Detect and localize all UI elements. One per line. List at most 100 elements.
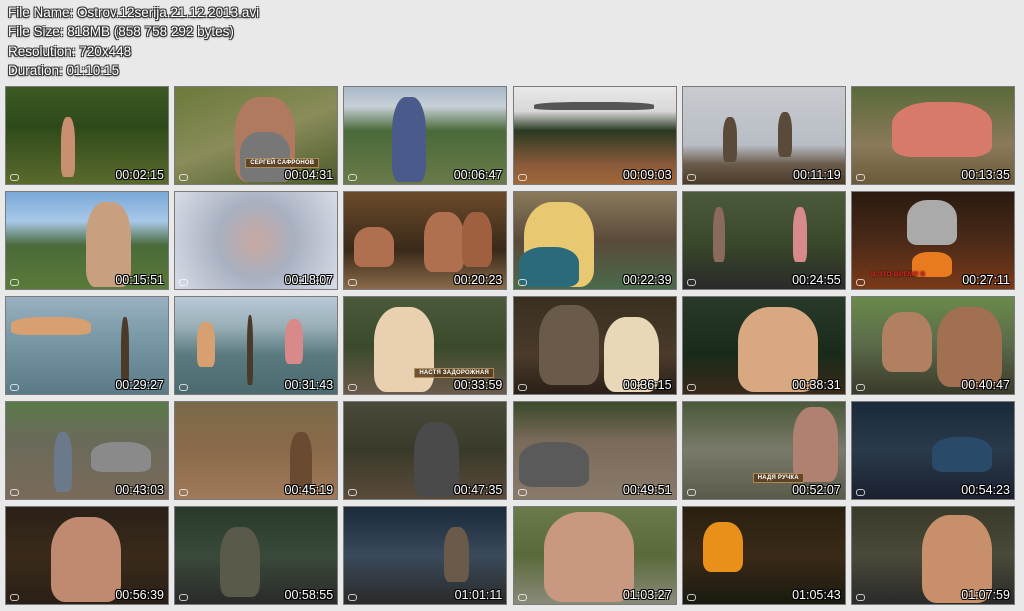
name-caption: СЕРГЕЙ САФРОНОВ <box>245 158 320 168</box>
video-thumbnail: 00:36:15 <box>512 296 677 395</box>
thumbnail-timestamp: 01:01:11 <box>454 588 503 602</box>
channel-logo-icon <box>10 384 19 391</box>
name-caption: НАСТЯ ЗАДОРОЖНАЯ <box>414 368 495 378</box>
channel-logo-icon <box>855 174 865 181</box>
video-thumbnail: 00:54:23 <box>850 401 1015 500</box>
thumbnail-timestamp: 00:43:03 <box>115 483 164 497</box>
thumbnail-timestamp: 00:18:07 <box>284 273 334 287</box>
file-size-text: File Size: 818MB (858 758 292 bytes) <box>8 24 234 40</box>
duration-text: Duration: 01:10:15 <box>8 62 120 78</box>
video-thumbnail: В ЭТО ВРЕМЯ В 00:27:11 <box>850 191 1015 290</box>
channel-logo-icon <box>855 594 865 601</box>
scene-figure <box>247 315 254 385</box>
scene-figure <box>936 307 1002 387</box>
thumbnail-timestamp: 00:38:31 <box>792 378 841 392</box>
thumbnail-timestamp: 00:56:39 <box>115 588 164 602</box>
thumbnail-timestamp: 00:04:31 <box>284 168 334 182</box>
scene-figure <box>538 305 599 385</box>
channel-logo-icon <box>10 174 19 181</box>
scene-figure <box>54 432 72 492</box>
video-thumbnail: 01:01:11 <box>343 506 508 605</box>
thumbnail-timestamp: 00:45:19 <box>284 483 334 497</box>
channel-logo-icon <box>517 384 527 391</box>
scene-figure <box>354 227 395 267</box>
scene-figure <box>51 517 121 602</box>
video-thumbnail: 00:29:27 <box>5 296 169 395</box>
scene-figure <box>931 437 992 472</box>
thumbnail-timestamp: 01:05:43 <box>792 588 841 602</box>
scene-figure <box>891 102 992 157</box>
thumbnail-timestamp: 00:24:55 <box>792 273 841 287</box>
thumbnail-timestamp: 00:40:47 <box>961 378 1010 392</box>
channel-logo-icon <box>517 279 527 286</box>
scene-figure <box>712 207 725 262</box>
scene-figure <box>91 442 151 472</box>
channel-logo-icon <box>686 279 696 286</box>
channel-logo-icon <box>179 174 189 181</box>
video-thumbnail: 00:31:43 <box>174 296 339 395</box>
scene-figure <box>881 312 932 372</box>
scene-figure <box>792 207 807 262</box>
scene-figure <box>392 97 427 182</box>
scene-figure <box>792 407 838 482</box>
scene-figure <box>722 117 737 162</box>
thumbnail-timestamp: 00:13:35 <box>961 168 1010 182</box>
scene-figure <box>61 117 75 177</box>
channel-logo-icon <box>855 279 865 286</box>
video-thumbnail: 00:24:55 <box>681 191 846 290</box>
thumbnail-grid: 00:02:15 СЕРГЕЙ САФРОНОВ 00:04:31 00:06:47 0… <box>5 86 1015 605</box>
thumbnail-timestamp: 00:22:39 <box>622 273 672 287</box>
scene-figure <box>543 512 634 602</box>
thumbnail-timestamp: 00:15:51 <box>115 273 164 287</box>
video-thumbnail: 00:56:39 <box>5 506 169 605</box>
scene-figure <box>424 212 465 272</box>
thumbnail-timestamp: 00:58:55 <box>284 588 334 602</box>
file-name-text: File Name: Ostrov.12serija.21.12.2013.av… <box>8 5 260 20</box>
scene-figure <box>702 522 743 572</box>
thumbnail-timestamp: 00:52:07 <box>792 483 841 497</box>
video-thumbnail: 00:45:19 <box>174 401 339 500</box>
channel-logo-icon <box>10 279 19 286</box>
video-thumbnail: 00:40:47 <box>850 296 1015 395</box>
name-caption: НАДЯ РУЧКА <box>752 473 804 483</box>
channel-logo-icon <box>179 594 189 601</box>
video-thumbnail: НАСТЯ ЗАДОРОЖНАЯ 00:33:59 <box>343 296 508 395</box>
scene-figure <box>11 317 91 335</box>
video-thumbnail: 00:15:51 <box>5 191 169 290</box>
thumbnail-timestamp: 00:49:51 <box>622 483 672 497</box>
channel-logo-icon <box>348 594 358 601</box>
scene-figure <box>462 212 493 267</box>
scene-figure <box>220 527 261 597</box>
thumbnail-timestamp: 00:29:27 <box>115 378 164 392</box>
thumbnail-timestamp: 00:20:23 <box>453 273 503 287</box>
channel-logo-icon <box>517 594 527 601</box>
channel-logo-icon <box>517 174 527 181</box>
channel-logo-icon <box>348 384 358 391</box>
channel-logo-icon <box>855 384 865 391</box>
video-thumbnail: СЕРГЕЙ САФРОНОВ 00:04:31 <box>174 86 339 185</box>
thumbnail-timestamp: 00:36:15 <box>622 378 672 392</box>
scene-figure <box>906 200 957 245</box>
video-thumbnail: 00:11:19 <box>681 86 846 185</box>
channel-logo-icon <box>686 489 696 496</box>
scene-figure <box>285 319 304 364</box>
thumbnail-timestamp: 00:09:03 <box>622 168 672 182</box>
video-thumbnail: 01:03:27 <box>512 506 677 605</box>
thumbnail-timestamp: 00:31:43 <box>284 378 334 392</box>
scene-figure <box>414 422 460 497</box>
scene-figure <box>197 322 216 367</box>
channel-logo-icon <box>686 174 696 181</box>
channel-logo-icon <box>179 489 189 496</box>
video-thumbnail: 00:38:31 <box>681 296 846 395</box>
thumbnail-timestamp: 00:27:11 <box>962 273 1010 287</box>
channel-logo-icon <box>10 489 19 496</box>
video-thumbnail: 01:05:43 <box>681 506 846 605</box>
video-thumbnail: 00:49:51 <box>512 401 677 500</box>
thumbnail-timestamp: 00:06:47 <box>453 168 503 182</box>
video-thumbnail: 00:09:03 <box>512 86 677 185</box>
thumbnail-timestamp: 00:47:35 <box>453 483 503 497</box>
scene-figure <box>533 102 654 110</box>
video-thumbnail: 00:06:47 <box>343 86 508 185</box>
video-thumbnail: 00:47:35 <box>343 401 508 500</box>
video-thumbnail: 00:43:03 <box>5 401 169 500</box>
